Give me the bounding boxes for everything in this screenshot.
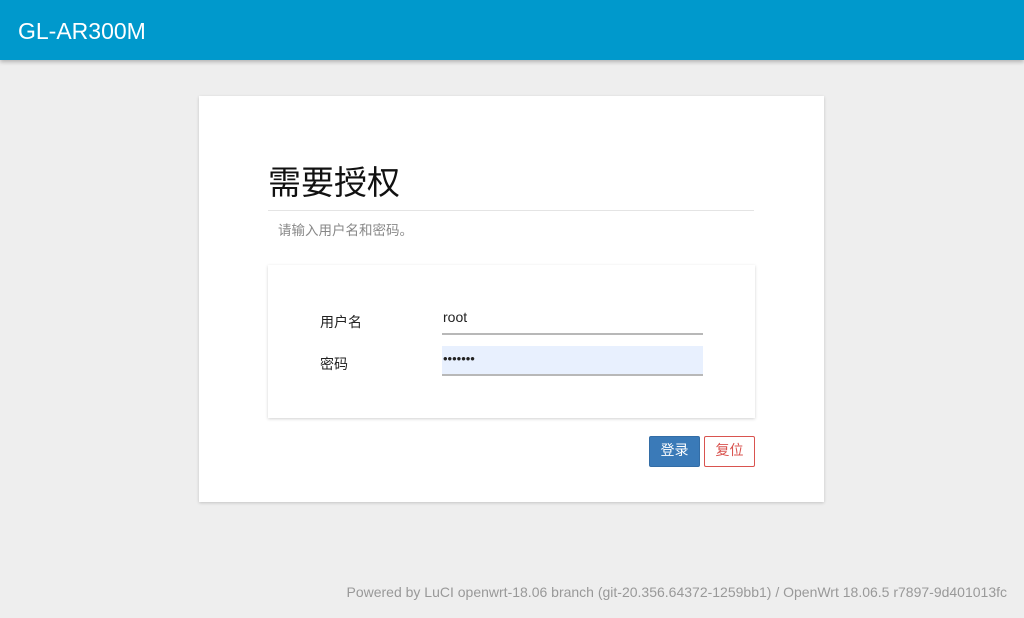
username-label: 用户名	[320, 315, 362, 331]
reset-button[interactable]: 复位	[704, 436, 755, 467]
brand-title[interactable]: GL-AR300M	[18, 17, 146, 45]
username-input[interactable]	[442, 305, 703, 335]
top-header-bar: GL-AR300M	[0, 0, 1024, 60]
login-form: 用户名 密码	[268, 265, 755, 418]
password-label: 密码	[320, 357, 348, 373]
password-input[interactable]	[442, 346, 703, 376]
login-button[interactable]: 登录	[649, 436, 700, 467]
title-divider	[268, 210, 754, 211]
footer-powered-by: Powered by LuCI openwrt-18.06 branch (gi…	[346, 584, 1007, 600]
page-title: 需要授权	[268, 163, 400, 202]
login-description: 请输入用户名和密码。	[278, 223, 413, 239]
login-card: 需要授权 请输入用户名和密码。 用户名 密码 登录 复位	[199, 96, 824, 502]
